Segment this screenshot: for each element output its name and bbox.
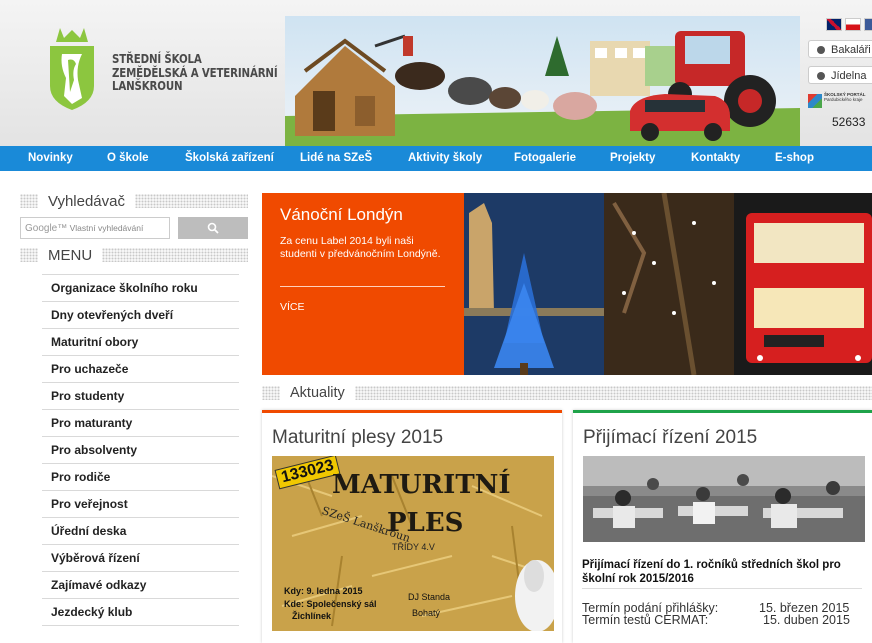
poster-where2: Žichlínek bbox=[292, 611, 332, 621]
featured-text: Za cenu Label 2014 byli naši studenti v … bbox=[280, 235, 441, 260]
heading-dots-decoration bbox=[135, 194, 248, 208]
bakalari-link[interactable]: Bakaláři bbox=[808, 40, 872, 58]
menu-item-pro-maturanty[interactable]: Pro maturanty bbox=[42, 410, 239, 437]
menu-section-heading: MENU bbox=[20, 244, 248, 266]
card-title[interactable]: Maturitní plesy 2015 bbox=[272, 427, 443, 449]
search-placeholder: Vlastní vyhledávání bbox=[69, 223, 144, 233]
london-christmas-image bbox=[464, 193, 872, 375]
search-section-heading: Vyhledávač bbox=[20, 190, 248, 212]
poster-class: TŘÍDY 4.V bbox=[392, 542, 435, 552]
main-navigation: Novinky O škole Školská zařízení Lidé na… bbox=[0, 146, 872, 171]
menu-item-zajimave-odkazy[interactable]: Zajímavé odkazy bbox=[42, 572, 239, 599]
heading-dots-decoration bbox=[102, 248, 248, 262]
nav-lide-na-szes[interactable]: Lidé na SZeŠ bbox=[300, 152, 372, 164]
sidebar: Vyhledávač Google™ Vlastní vyhledávání M… bbox=[20, 190, 248, 626]
nav-kontakty[interactable]: Kontakty bbox=[691, 152, 740, 164]
visit-counter: 52633 bbox=[832, 115, 866, 129]
menu-item-pro-absolventy[interactable]: Pro absolventy bbox=[42, 437, 239, 464]
language-flags bbox=[826, 18, 872, 31]
sidebar-menu: Organizace školního roku Dny otevřených … bbox=[42, 274, 239, 626]
menu-item-pro-rodice[interactable]: Pro rodiče bbox=[42, 464, 239, 491]
menu-heading: MENU bbox=[48, 246, 93, 264]
test-date-label: Termín testů CERMAT: bbox=[582, 613, 709, 627]
aktuality-heading-bar: Aktuality bbox=[262, 382, 872, 404]
main-content: Vánoční Londýn Za cenu Label 2014 byli n… bbox=[262, 193, 872, 643]
menu-item-pro-uchazece[interactable]: Pro uchazeče bbox=[42, 356, 239, 383]
menu-item-vyberova-rizeni[interactable]: Výběrová řízení bbox=[42, 545, 239, 572]
heading-dots-decoration bbox=[354, 386, 872, 400]
bakalari-label: Bakaláři bbox=[831, 44, 871, 56]
nav-o-skole[interactable]: O škole bbox=[107, 152, 149, 164]
heading-dots-decoration bbox=[20, 194, 38, 208]
search-heading: Vyhledávač bbox=[48, 192, 125, 210]
portal-line2: Pardubického kraje bbox=[824, 97, 863, 102]
card-title[interactable]: Přijímací řízení 2015 bbox=[583, 427, 757, 449]
school-portal-link[interactable]: ŠKOLSKÝ PORTÁL Pardubického kraje bbox=[808, 92, 872, 114]
jidelna-label: Jídelna bbox=[831, 70, 867, 82]
menu-item-maturitni-obory[interactable]: Maturitní obory bbox=[42, 329, 239, 356]
exam-classroom-image bbox=[583, 456, 865, 542]
test-date-value: 15. duben 2015 bbox=[763, 613, 850, 627]
facebook-icon[interactable] bbox=[864, 18, 872, 31]
search-form: Google™ Vlastní vyhledávání bbox=[20, 217, 248, 239]
search-button[interactable] bbox=[178, 217, 248, 239]
nav-projekty[interactable]: Projekty bbox=[610, 152, 655, 164]
nav-skolska-zarizeni[interactable]: Školská zařízení bbox=[185, 152, 274, 164]
featured-title: Vánoční Londýn bbox=[280, 205, 403, 224]
menu-item-pro-studenty[interactable]: Pro studenty bbox=[42, 383, 239, 410]
school-name-line1: STŘEDNÍ ŠKOLA bbox=[112, 51, 202, 66]
site-header: STŘEDNÍ ŠKOLA ZEMĚDĚLSKÁ A VETERINÁRNÍ L… bbox=[0, 0, 872, 148]
menu-item-pro-verejnost[interactable]: Pro veřejnost bbox=[42, 491, 239, 518]
nav-fotogalerie[interactable]: Fotogalerie bbox=[514, 152, 576, 164]
ball-poster-image: 133023 MATURITNÍ PLES SZeŠ Lanškroun TŘÍ… bbox=[272, 456, 554, 631]
heading-dots-decoration bbox=[20, 248, 38, 262]
menu-item-organizace[interactable]: Organizace školního roku bbox=[42, 274, 239, 302]
jidelna-link[interactable]: Jídelna bbox=[808, 66, 872, 84]
school-name-line2: ZEMĚDĚLSKÁ A VETERINÁRNÍ bbox=[112, 64, 278, 80]
poster-when: Kdy: 9. ledna 2015 bbox=[284, 586, 363, 596]
aktuality-heading: Aktuality bbox=[290, 385, 345, 401]
search-input[interactable]: Google™ Vlastní vyhledávání bbox=[20, 217, 170, 239]
info-icon bbox=[817, 72, 825, 80]
nav-e-shop[interactable]: E-shop bbox=[775, 152, 814, 164]
news-divider bbox=[582, 588, 862, 589]
featured-divider bbox=[280, 286, 445, 287]
nav-aktivity-skoly[interactable]: Aktivity školy bbox=[408, 152, 482, 164]
news-card-maturitni-plesy[interactable]: Maturitní plesy 2015 133023 MATURITNÍ PL… bbox=[262, 410, 562, 643]
search-icon bbox=[207, 222, 219, 234]
poster-dj: DJ Standa bbox=[408, 592, 451, 602]
header-right-panel: Bakaláři Jídelna ŠKOLSKÝ PORTÁL Pardubic… bbox=[800, 12, 872, 142]
poster-title-line1: MATURITNÍ bbox=[332, 470, 511, 500]
heading-dots-decoration bbox=[262, 386, 280, 400]
featured-more-link[interactable]: VÍCE bbox=[280, 301, 305, 313]
menu-item-jezdecky-klub[interactable]: Jezdecký klub bbox=[42, 599, 239, 626]
english-flag-icon[interactable] bbox=[826, 18, 842, 31]
news-title[interactable]: Přijímací řízení do 1. ročníků středních… bbox=[582, 558, 862, 586]
school-name: STŘEDNÍ ŠKOLA ZEMĚDĚLSKÁ A VETERINÁRNÍ L… bbox=[112, 52, 278, 93]
poster-extra: Bohatý bbox=[412, 608, 441, 618]
czech-flag-icon[interactable] bbox=[845, 18, 861, 31]
google-brand: Google™ bbox=[25, 223, 68, 234]
featured-slide[interactable]: Vánoční Londýn Za cenu Label 2014 byli n… bbox=[262, 193, 872, 375]
news-card-prijimaci-rizeni[interactable]: Přijímací řízení 2015 Přijímací řízení d… bbox=[573, 410, 872, 643]
featured-text-box: Vánoční Londýn Za cenu Label 2014 byli n… bbox=[262, 193, 464, 375]
school-logo[interactable] bbox=[42, 26, 102, 110]
poster-where: Kde: Společenský sál bbox=[284, 599, 377, 609]
nav-novinky[interactable]: Novinky bbox=[28, 152, 73, 164]
header-banner-image bbox=[285, 16, 800, 146]
menu-item-uredni-deska[interactable]: Úřední deska bbox=[42, 518, 239, 545]
menu-item-dny-otevrenych-dveri[interactable]: Dny otevřených dveří bbox=[42, 302, 239, 329]
school-name-line3: LANŠKROUN bbox=[112, 78, 183, 93]
portal-logo-icon bbox=[808, 94, 822, 108]
user-icon bbox=[817, 46, 825, 54]
